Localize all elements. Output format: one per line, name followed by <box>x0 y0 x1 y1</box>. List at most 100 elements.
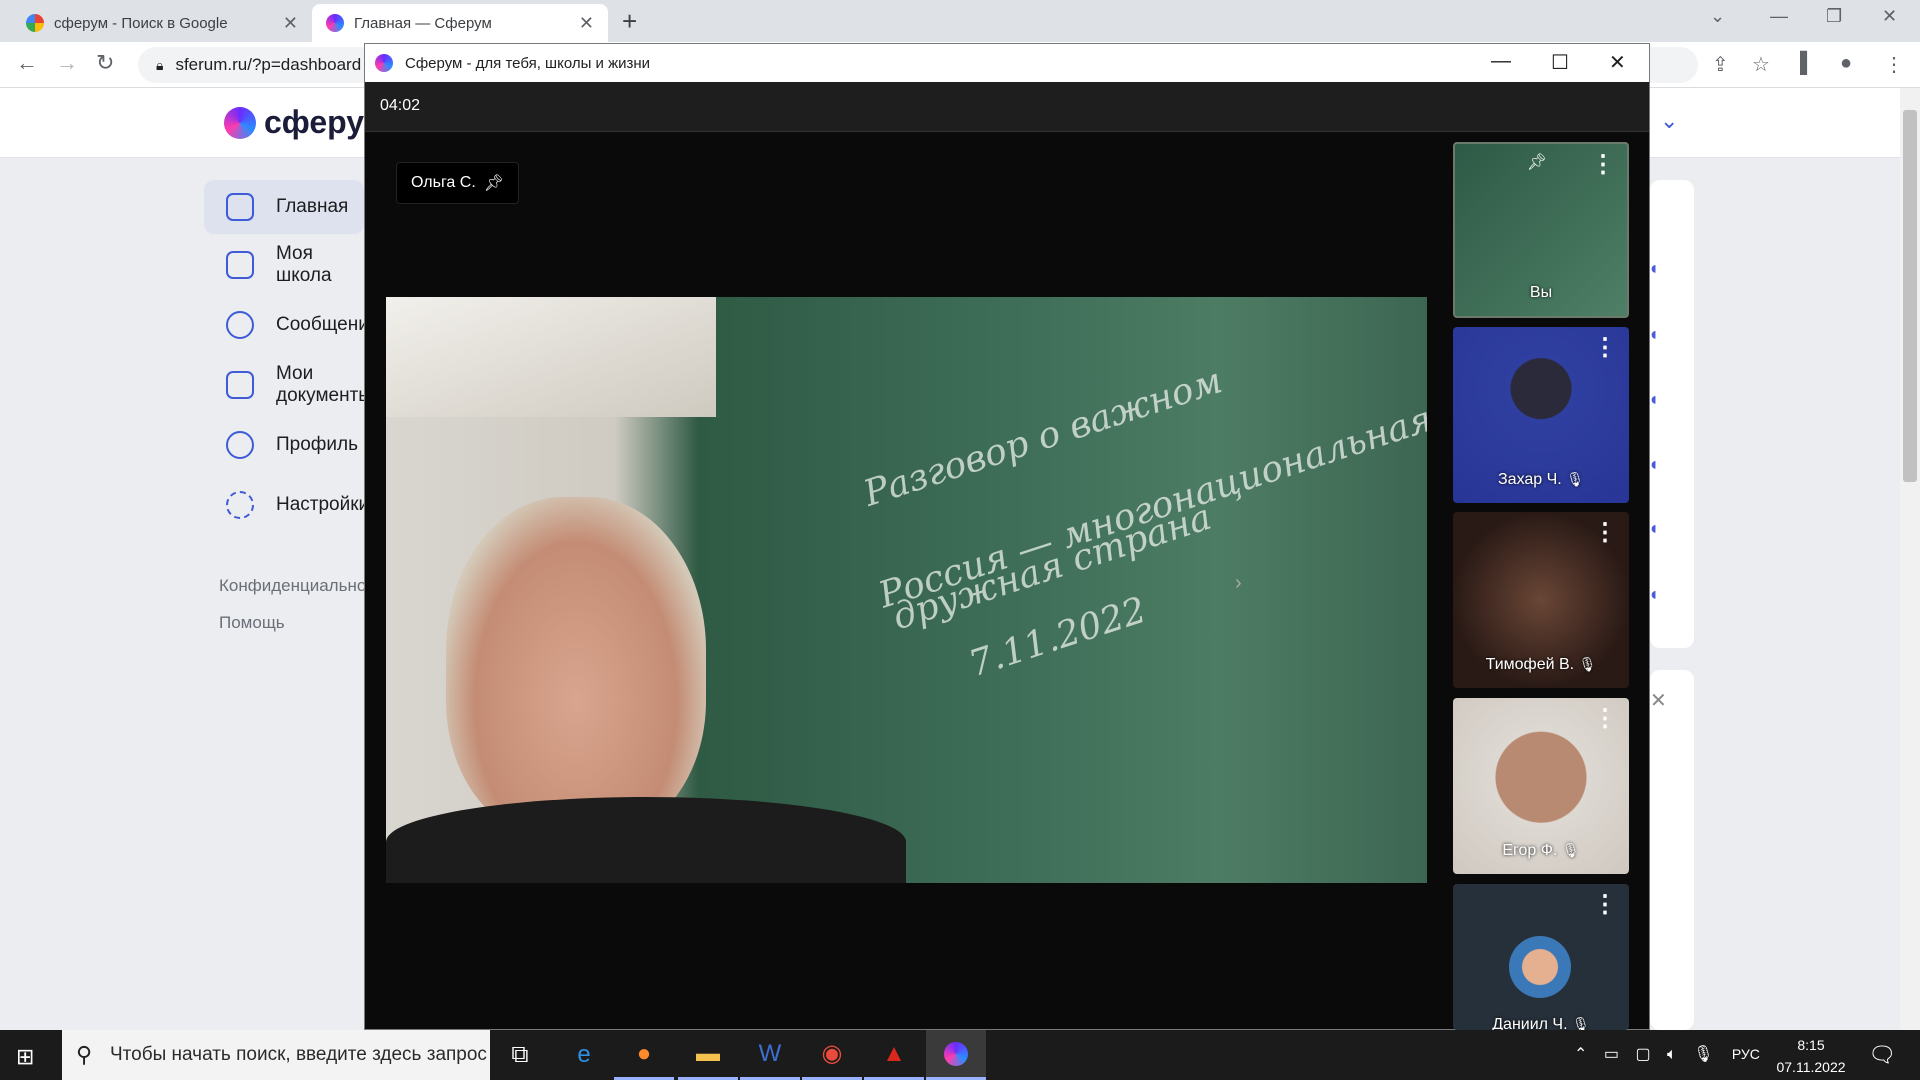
url-text: sferum.ru/?p=dashboard <box>175 55 362 74</box>
call-window-titlebar: Сферум - для тебя, школы и жизни — ☐ ✕ <box>365 44 1649 82</box>
share-icon[interactable]: ⇪ <box>1712 52 1729 77</box>
chrome-icon[interactable]: ◉ <box>802 1030 862 1080</box>
sferum-logo[interactable]: сферум <box>224 104 387 141</box>
participant-tile[interactable]: ⋮ Даниил Ч. 🎙︎ <box>1453 884 1629 1030</box>
participant-tile[interactable]: ⋮ 📌︎ Вы <box>1453 142 1629 318</box>
chevron-right-icon[interactable]: › <box>1235 572 1242 595</box>
task-view-icon[interactable]: ⧉ <box>490 1030 550 1080</box>
microphone-icon[interactable]: 🎙︎ <box>1693 1046 1713 1063</box>
sidebar-item-label: Мои документы <box>276 363 372 406</box>
gear-icon <box>226 491 254 519</box>
minimize-icon[interactable]: — <box>1770 6 1788 27</box>
menu-dots-icon[interactable]: ⋮ <box>1884 52 1904 77</box>
mic-muted-icon: 🎙︎ <box>1572 1016 1590 1030</box>
sidebar-item-messages[interactable]: Сообщения <box>204 298 379 352</box>
mic-muted-icon: 🎙︎ <box>1561 842 1580 858</box>
tab-sferum[interactable]: Главная — Сферум ✕ <box>312 4 608 42</box>
sidebar-item-settings[interactable]: Настройки <box>204 478 369 532</box>
participant-name: Захар Ч. <box>1498 471 1562 488</box>
profile-avatar-icon[interactable]: ● <box>1840 52 1852 75</box>
close-window-icon[interactable]: ✕ <box>1882 6 1897 27</box>
help-link[interactable]: Помощь <box>219 613 285 633</box>
search-placeholder: Чтобы начать поиск, введите здесь запрос <box>110 1044 487 1065</box>
edge-icon[interactable]: e <box>554 1030 614 1080</box>
star-icon[interactable]: ☆ <box>1752 52 1770 77</box>
main-video-feed[interactable]: Разговор о важном Россия — многонационал… <box>386 297 1427 883</box>
more-options-icon[interactable]: ⋮ <box>1593 518 1617 547</box>
back-arrow-icon[interactable]: ← <box>16 50 38 76</box>
participant-name: Вы <box>1529 284 1553 301</box>
close-icon[interactable]: ✕ <box>579 13 594 34</box>
sferum-logo-icon <box>224 106 256 139</box>
notifications-icon[interactable]: 🗨︎ <box>1868 1042 1896 1068</box>
forward-arrow-icon[interactable]: → <box>56 50 78 76</box>
more-options-icon[interactable]: ⋮ <box>1593 333 1617 362</box>
pin-icon: 📌︎ <box>1526 154 1547 171</box>
firefox-icon[interactable]: ● <box>614 1030 674 1080</box>
sferum-icon <box>375 54 393 72</box>
search-icon: ⚲ <box>76 1042 93 1067</box>
clock-date: 07.11.2022 <box>1776 1059 1846 1075</box>
participant-shirt <box>386 797 906 883</box>
mic-muted-icon: 🎙︎ <box>1566 471 1584 487</box>
sidebar-item-home[interactable]: Главная <box>204 180 364 234</box>
participant-tile[interactable]: ⋮ Тимофей В. 🎙︎ <box>1453 512 1629 688</box>
chevron-down-icon[interactable]: ⌄ <box>1660 108 1678 134</box>
acrobat-icon[interactable]: ▲ <box>864 1030 924 1080</box>
sidebar-item-documents[interactable]: Мои документы <box>204 358 372 412</box>
participant-name: Тимофей В. <box>1485 656 1575 673</box>
side-panel-icon[interactable]: ▌ <box>1800 52 1814 75</box>
new-tab-plus-icon[interactable]: + <box>622 6 637 37</box>
tab-bar: сферум - Поиск в Google ✕ Главная — Сфер… <box>0 0 1920 42</box>
participant-tile[interactable]: ⋮ Захар Ч. 🎙︎ <box>1453 327 1629 503</box>
pin-icon: 📌︎ <box>483 175 505 192</box>
participant-tile[interactable]: ⋮ Егор Ф. 🎙︎ <box>1453 698 1629 874</box>
scrollbar-thumb[interactable] <box>1903 110 1917 482</box>
sidebar-item-school[interactable]: Моя школа <box>204 238 364 292</box>
more-options-icon[interactable]: ⋮ <box>1593 890 1617 919</box>
system-tray[interactable]: ⌃ ▭ ▢ 🔈︎ 🎙︎ РУС <box>1574 1044 1760 1064</box>
participant-name: Даниил Ч. <box>1492 1016 1568 1030</box>
call-status-bar: 04:02 <box>365 82 1649 132</box>
video-call-window: Сферум - для тебя, школы и жизни — ☐ ✕ 0… <box>364 43 1650 1030</box>
minimize-icon[interactable]: — <box>1491 50 1511 73</box>
profile-icon <box>226 431 254 459</box>
chat-icon <box>226 311 254 339</box>
grid-icon <box>226 193 254 221</box>
language-indicator[interactable]: РУС <box>1732 1046 1760 1062</box>
close-icon[interactable]: ✕ <box>1650 688 1667 713</box>
more-options-icon[interactable]: ⋮ <box>1591 150 1615 179</box>
document-icon <box>226 371 254 399</box>
more-options-icon[interactable]: ⋮ <box>1593 704 1617 733</box>
lock-icon: 🔒︎ <box>156 56 164 73</box>
volume-icon[interactable]: 🔈︎ <box>1667 1046 1677 1063</box>
participant-name: Егор Ф. <box>1502 842 1558 859</box>
taskbar-clock[interactable]: 8:15 07.11.2022 <box>1776 1034 1846 1078</box>
sidebar-item-label: Моя школа <box>276 243 332 286</box>
school-icon <box>226 251 254 279</box>
content-card <box>1650 180 1694 648</box>
tab-google-search[interactable]: сферум - Поиск в Google ✕ <box>12 4 312 42</box>
battery-icon[interactable]: ▭ <box>1604 1046 1619 1063</box>
chevron-up-icon[interactable]: ⌃ <box>1574 1046 1587 1063</box>
sidebar-item-profile[interactable]: Профиль <box>204 418 364 472</box>
reload-icon[interactable]: ↻ <box>96 50 114 76</box>
sidebar-item-label: Настройки <box>276 494 370 515</box>
word-icon[interactable]: W <box>740 1030 800 1080</box>
sferum-app-icon[interactable] <box>926 1030 986 1080</box>
file-explorer-icon[interactable]: ▬ <box>678 1030 738 1080</box>
tab-title: сферум - Поиск в Google <box>54 14 228 32</box>
mic-muted-icon: 🎙︎ <box>1578 656 1597 672</box>
close-icon[interactable]: ✕ <box>283 13 298 34</box>
taskbar-search-box[interactable]: ⚲ Чтобы начать поиск, введите здесь запр… <box>62 1030 490 1080</box>
pinned-participant-badge[interactable]: Ольга С. 📌︎ <box>396 162 520 204</box>
network-icon[interactable]: ▢ <box>1635 1046 1650 1063</box>
maximize-icon[interactable]: ☐ <box>1551 50 1569 75</box>
restore-icon[interactable]: ❐ <box>1826 6 1842 27</box>
clock-time: 8:15 <box>1797 1037 1825 1053</box>
sidebar-item-label: Главная <box>276 196 349 217</box>
windows-start-icon[interactable]: ⊞ <box>16 1044 34 1070</box>
chevron-down-icon[interactable]: ⌄ <box>1710 6 1725 27</box>
participant-face <box>446 497 706 837</box>
close-window-icon[interactable]: ✕ <box>1609 50 1626 75</box>
